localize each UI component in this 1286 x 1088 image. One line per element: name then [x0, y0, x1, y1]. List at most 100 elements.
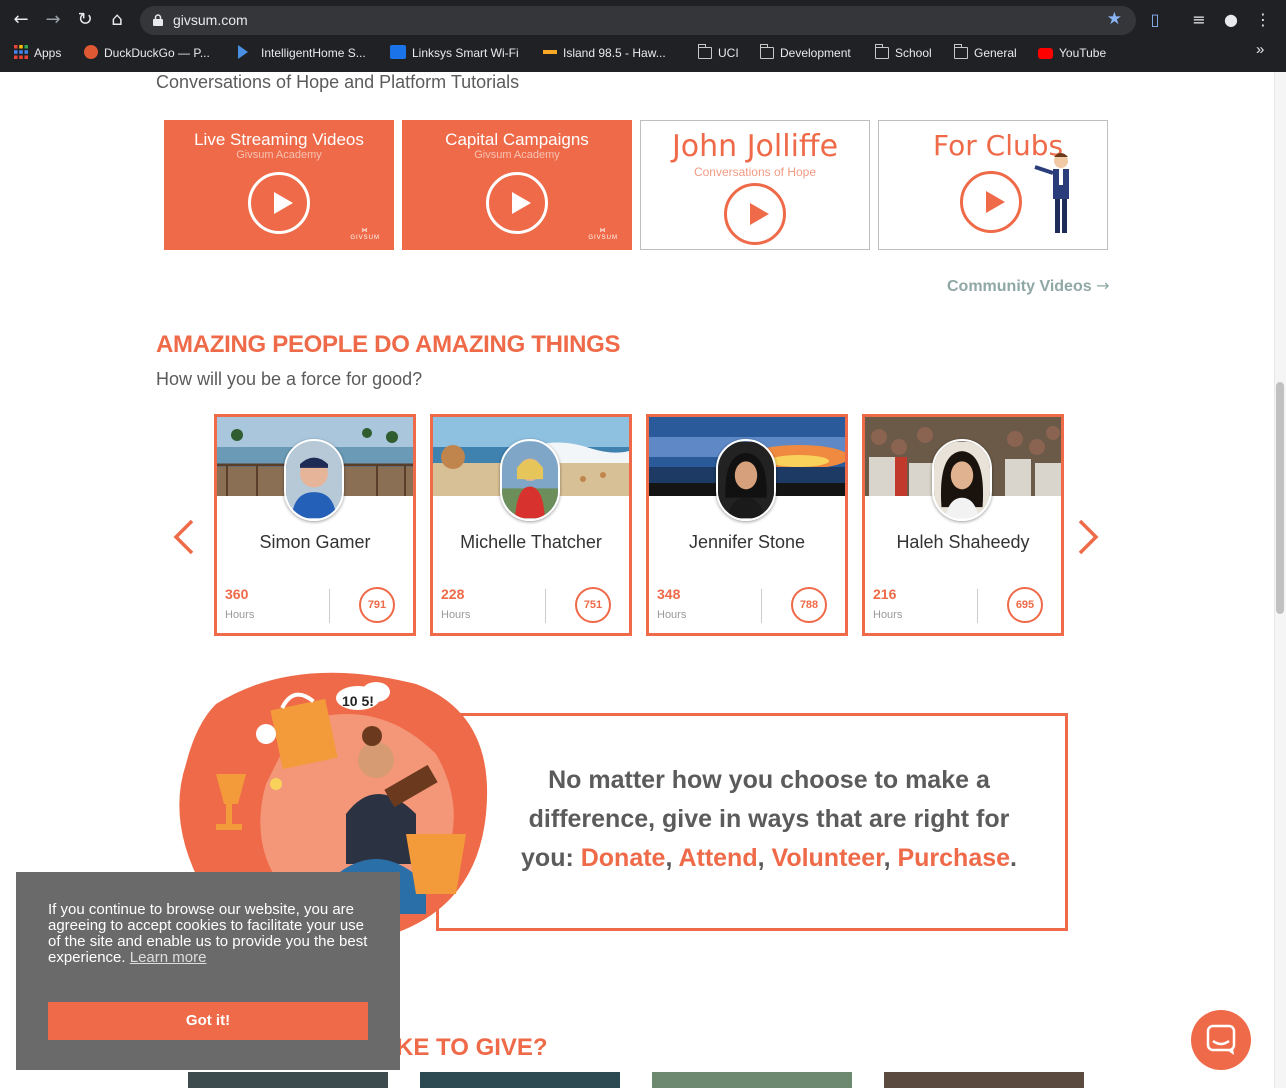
bookmark-general[interactable]: General — [954, 44, 1017, 63]
folder-icon — [698, 44, 712, 59]
hours-value: 216 — [873, 586, 897, 602]
score-badge: 788 — [791, 587, 827, 623]
community-videos-link[interactable]: Community Videos → — [947, 276, 1109, 296]
bookmark-school[interactable]: School — [875, 44, 932, 63]
bookmark-island985[interactable]: Island 98.5 - Haw... — [543, 45, 666, 63]
chevron-right-icon[interactable] — [1076, 517, 1100, 557]
hours-value: 228 — [441, 586, 465, 602]
ways-to-give-box: No matter how you choose to make a diffe… — [436, 713, 1068, 931]
profile-avatar-icon[interactable]: ● — [1220, 9, 1242, 31]
person-name: Michelle Thatcher — [460, 532, 602, 552]
bookmark-label: School — [895, 46, 932, 60]
hours-label: Hours — [873, 609, 903, 621]
bookmark-label: YouTube — [1059, 46, 1107, 60]
video-title: John Jolliffe — [671, 129, 839, 164]
person-card-michelle-thatcher[interactable]: Michelle Thatcher 228 Hours 751 — [430, 414, 632, 636]
video-subtitle: Givsum Academy — [474, 149, 560, 161]
video-title: Live Streaming Videos — [194, 130, 364, 149]
back-arrow-icon[interactable]: ← — [10, 9, 32, 31]
folder-icon — [954, 44, 968, 59]
divider — [761, 589, 762, 623]
attend-link[interactable]: Attend — [678, 844, 757, 872]
folder-icon — [760, 44, 774, 59]
bookmark-label: Island 98.5 - Haw... — [563, 46, 666, 60]
address-bar[interactable]: givsum.com ★ — [140, 6, 1136, 35]
bookmarks-bar: Apps DuckDuckGo — P... IntelligentHome S… — [0, 41, 1286, 65]
ways-to-give-text: No matter how you choose to make a diffe… — [521, 766, 1017, 872]
video-subtitle: Conversations of Hope — [693, 165, 817, 179]
bottom-thumbnail[interactable] — [652, 1072, 852, 1088]
volunteer-link[interactable]: Volunteer — [772, 844, 884, 872]
chat-launcher-button[interactable] — [1191, 1010, 1251, 1070]
media-control-icon[interactable]: ≡ — [1188, 9, 1210, 31]
cookie-banner: If you continue to browse our website, y… — [16, 872, 400, 1070]
chevron-left-icon[interactable] — [172, 517, 196, 557]
bookmark-label: UCI — [718, 46, 739, 60]
ways-to-give-heading: KE TO GIVE? — [396, 1034, 548, 1061]
bookmark-label: General — [974, 46, 1017, 60]
learn-more-link[interactable]: Learn more — [130, 949, 207, 966]
people-subheading: How will you be a force for good? — [156, 369, 423, 389]
video-title: Capital Campaigns — [445, 130, 589, 149]
video-tile-for-clubs[interactable]: For Clubs — [878, 120, 1108, 250]
avatar — [932, 439, 992, 521]
score-badge: 791 — [359, 587, 395, 623]
person-name: Haleh Shaheedy — [896, 532, 1030, 552]
page-content: Conversations of Hope and Platform Tutor… — [0, 72, 1274, 1088]
home-icon[interactable]: ⌂ — [106, 9, 128, 31]
divider — [329, 589, 330, 623]
avatar — [500, 439, 560, 521]
lock-icon — [153, 14, 163, 26]
bookmark-uci[interactable]: UCI — [698, 44, 739, 63]
person-card-haleh-shaheedy[interactable]: Haleh Shaheedy 216 Hours 695 — [862, 414, 1064, 636]
hours-label: Hours — [657, 609, 687, 621]
video-tile-live-streaming[interactable]: Live Streaming Videos Givsum Academy ⋈ GI… — [164, 120, 394, 250]
extension-icon[interactable]: ▯ — [1144, 9, 1166, 31]
bookmark-label: Development — [780, 46, 851, 60]
video-tile-capital-campaigns[interactable]: Capital Campaigns Givsum Academy ⋈ GIVSUM — [402, 120, 632, 250]
givsum-logo: ⋈ GIVSUM — [588, 228, 618, 241]
bookmark-label: Linksys Smart Wi-Fi — [412, 46, 519, 60]
bookmark-development[interactable]: Development — [760, 44, 851, 63]
scrollbar-thumb[interactable] — [1276, 382, 1284, 614]
menu-kebab-icon[interactable]: ⋮ — [1252, 9, 1274, 31]
divider — [545, 589, 546, 623]
bookmark-label: DuckDuckGo — P... — [104, 46, 210, 60]
arrow-right-icon: → — [1096, 276, 1110, 295]
bookmark-youtube[interactable]: YouTube — [1038, 45, 1106, 63]
hours-label: Hours — [225, 609, 255, 621]
hours-value: 360 — [225, 586, 249, 602]
cookie-message: If you continue to browse our website, y… — [48, 901, 368, 966]
people-heading: AMAZING PEOPLE DO AMAZING THINGS — [156, 331, 621, 358]
givsum-logo: ⋈ GIVSUM — [350, 228, 380, 241]
purchase-link[interactable]: Purchase — [897, 844, 1010, 872]
person-card-simon-gamer[interactable]: Simon Gamer 360 Hours 791 — [214, 414, 416, 636]
bookmark-apps[interactable]: Apps — [14, 45, 61, 63]
hours-value: 348 — [657, 586, 681, 602]
bookmark-duckduckgo[interactable]: DuckDuckGo — P... — [84, 45, 210, 63]
play-icon[interactable] — [248, 172, 310, 234]
bookmark-star-icon[interactable]: ★ — [1107, 9, 1122, 29]
apps-grid-icon — [14, 45, 28, 59]
bottom-thumbnail[interactable] — [884, 1072, 1084, 1088]
person-card-jennifer-stone[interactable]: Jennifer Stone 348 Hours 788 — [646, 414, 848, 636]
play-icon[interactable] — [724, 183, 786, 245]
video-tile-john-jolliffe[interactable]: John Jolliffe Conversations of Hope — [640, 120, 870, 250]
bookmark-linksys[interactable]: Linksys Smart Wi-Fi — [390, 45, 519, 63]
reload-icon[interactable]: ↻ — [74, 9, 96, 31]
divider — [977, 589, 978, 623]
browser-chrome: ← → ↻ ⌂ givsum.com ★ ▯ ≡ ● ⋮ Apps DuckDu… — [0, 0, 1286, 72]
score-badge: 695 — [1007, 587, 1043, 623]
bookmark-intelligenthome[interactable]: IntelligentHome S... — [238, 45, 366, 63]
bookmark-label: IntelligentHome S... — [261, 46, 366, 60]
youtube-icon — [1038, 48, 1053, 59]
bottom-thumbnail[interactable] — [420, 1072, 620, 1088]
donate-link[interactable]: Donate — [581, 844, 666, 872]
duckduckgo-icon — [84, 45, 98, 59]
got-it-button[interactable]: Got it! — [48, 1002, 368, 1040]
bottom-thumbnail[interactable] — [188, 1072, 388, 1088]
play-icon[interactable] — [486, 172, 548, 234]
forward-arrow-icon[interactable]: → — [42, 9, 64, 31]
play-icon[interactable] — [960, 171, 1022, 233]
bookmarks-overflow-button[interactable]: » — [1256, 42, 1264, 60]
